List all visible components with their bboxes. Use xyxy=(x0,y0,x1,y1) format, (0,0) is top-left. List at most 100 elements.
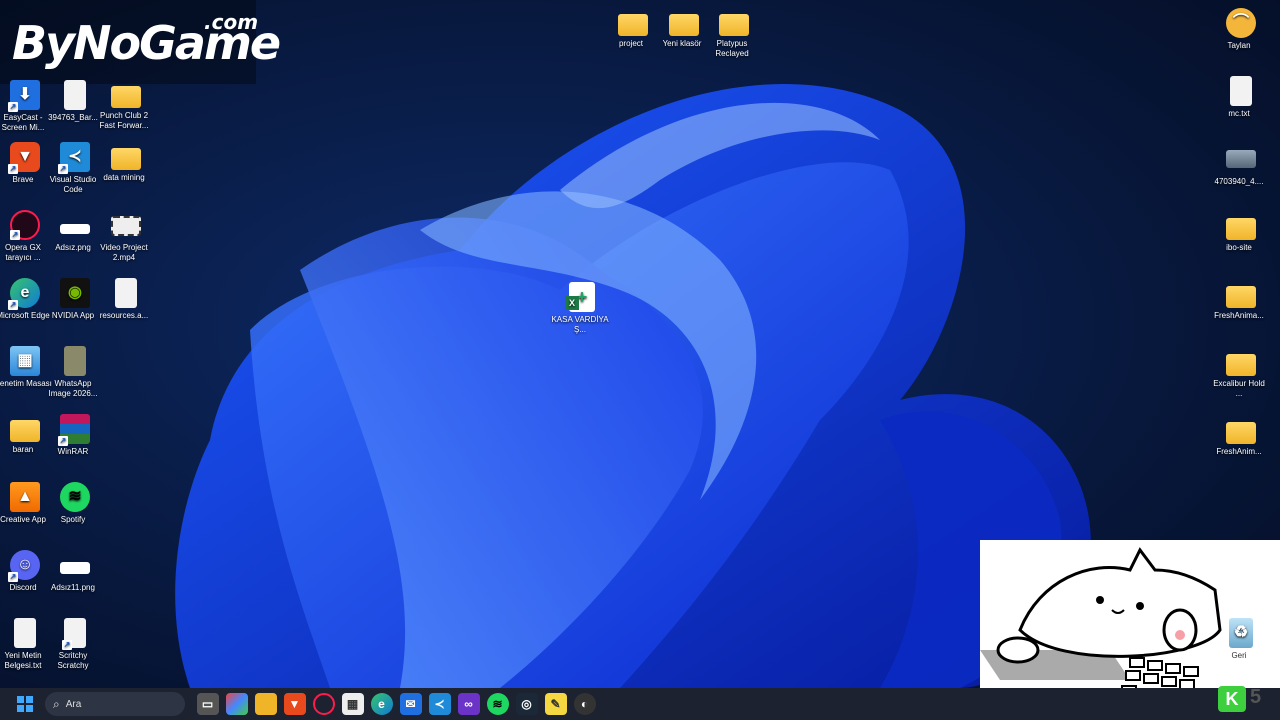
folder-icon xyxy=(1226,422,1256,444)
desktop-icon-platypus[interactable]: Platypus Reclayed xyxy=(709,8,759,59)
ms-store-icon[interactable]: ▦ xyxy=(341,693,364,715)
file-explorer-icon[interactable] xyxy=(254,693,277,715)
text-file-icon xyxy=(1230,76,1252,106)
spotify-icon: ≋ xyxy=(60,482,90,512)
desktop-icon-easycast[interactable]: ⬇ EasyCast - Screen Mi... xyxy=(0,80,50,133)
desktop-icon-yeni-klasor[interactable]: Yeni klasör xyxy=(659,8,709,49)
discord-icon: ☺ xyxy=(8,550,40,582)
taskbar-search-box[interactable]: ⌕ Ara xyxy=(45,692,185,716)
desktop-icon-recycle-bin[interactable]: ♻ Geri xyxy=(1216,618,1266,661)
desktop-icon-nvidia[interactable]: ◉ NVIDIA App xyxy=(50,278,100,321)
image-file-icon xyxy=(60,562,90,574)
edge-taskbar-icon[interactable]: e xyxy=(370,693,393,715)
notepad-icon[interactable]: ✎ xyxy=(544,693,567,715)
desktop-icon-punch-club[interactable]: Punch Club 2 Fast Forwar... xyxy=(100,80,151,131)
icon-label: KASA VARDİYA Ş... xyxy=(551,315,609,334)
icon-label: data mining xyxy=(103,173,145,182)
icon-label: Scritchy Scratchy xyxy=(57,651,89,670)
icon-label: Geri xyxy=(1231,651,1247,660)
desktop-icon-adsiz11[interactable]: Adsız11.png xyxy=(50,550,100,593)
desktop-icon-scritchy[interactable]: Scritchy Scratchy xyxy=(50,618,100,671)
image-thumbnail-icon xyxy=(64,346,86,376)
folder-icon xyxy=(1226,354,1256,376)
excel-file-icon: X + xyxy=(565,282,595,312)
folder-icon xyxy=(1226,286,1256,308)
icon-label: Visual Studio Code xyxy=(49,175,97,194)
bynogame-logo: ByNoGame .com xyxy=(0,0,281,84)
desktop-icon-mc-txt[interactable]: mc.txt xyxy=(1216,76,1266,119)
video-file-icon xyxy=(111,216,141,236)
desktop-icon-opera-gx[interactable]: Opera GX tarayıcı ... xyxy=(0,210,50,263)
spotify-taskbar-icon[interactable]: ≋ xyxy=(486,693,509,715)
desktop-icon-yeni-metin[interactable]: Yeni Metin Belgesi.txt xyxy=(0,618,50,671)
visual-studio-icon[interactable]: ∞ xyxy=(457,693,480,715)
desktop-icon-data-mining[interactable]: data mining xyxy=(101,142,151,183)
desktop-icon-edge[interactable]: e Microsoft Edge xyxy=(0,278,50,321)
nvidia-icon: ◉ xyxy=(60,278,90,308)
icon-label: resources.a... xyxy=(99,311,149,320)
desktop-icon-baran[interactable]: baran xyxy=(0,414,50,455)
text-file-icon xyxy=(14,618,36,648)
desktop-icon-394763[interactable]: 394763_Bar... xyxy=(48,80,100,123)
desktop-icon-creative-app[interactable]: ▲ Creative App xyxy=(0,482,50,525)
desktop-icon-taylan[interactable]: ⌒ Taylan xyxy=(1216,8,1266,51)
task-view-icon[interactable]: ▭ xyxy=(196,693,219,715)
icon-label: Adsız11.png xyxy=(51,583,95,592)
desktop-icon-adsiz-png[interactable]: Adsız.png xyxy=(50,210,100,253)
recycle-bin-icon: ♻ xyxy=(1229,618,1253,648)
folder-icon xyxy=(719,14,749,36)
icon-label: FreshAnima... xyxy=(1214,311,1264,320)
desktop-icon-video-project[interactable]: Video Project 2.mp4 xyxy=(100,210,151,263)
icon-label: Adsız.png xyxy=(55,243,91,252)
desktop-icon-spotify[interactable]: ≋ Spotify xyxy=(50,482,100,525)
counter-badge: K xyxy=(1218,686,1246,712)
control-panel-icon: ▦ xyxy=(10,346,40,376)
file-icon xyxy=(62,618,86,650)
desktop-icon-project[interactable]: project xyxy=(608,8,658,49)
desktop-icon-freshanim-2[interactable]: FreshAnim... xyxy=(1216,416,1266,457)
folder-icon xyxy=(111,148,141,170)
icon-label: project xyxy=(618,39,643,48)
desktop-icon-4703940[interactable]: 4703940_4.... xyxy=(1215,144,1266,187)
icon-label: Spotify xyxy=(60,515,86,524)
widgets-icon[interactable] xyxy=(225,693,248,715)
desktop-icon-brave[interactable]: ▼ Brave xyxy=(0,142,50,185)
icon-label: Platypus Reclayed xyxy=(715,39,749,58)
desktop-icon-kasa-vardiya[interactable]: X + KASA VARDİYA Ş... xyxy=(551,282,609,335)
folder-icon xyxy=(669,14,699,36)
icon-label: NVIDIA App xyxy=(51,311,95,320)
steam-icon[interactable]: ◎ xyxy=(515,693,538,715)
desktop-icon-freshanima-1[interactable]: FreshAnima... xyxy=(1214,280,1266,321)
start-button[interactable] xyxy=(14,693,36,715)
search-placeholder: Ara xyxy=(65,698,82,710)
desktop-icon-vscode[interactable]: ≺ Visual Studio Code xyxy=(50,142,100,195)
desktop-icon-winrar[interactable]: WinRAR xyxy=(50,414,100,457)
image-file-icon xyxy=(60,224,90,234)
vscode-taskbar-icon[interactable]: ≺ xyxy=(428,693,451,715)
logo-com-text: .com xyxy=(204,10,259,34)
folder-icon xyxy=(1226,218,1256,240)
desktop-icon-excalibur[interactable]: Excalibur Hold ... xyxy=(1213,348,1266,399)
outlook-icon[interactable]: ✉ xyxy=(399,693,422,715)
winrar-icon xyxy=(58,414,90,446)
search-icon: ⌕ xyxy=(53,696,60,711)
icon-label: Video Project 2.mp4 xyxy=(100,243,148,262)
vscode-icon: ≺ xyxy=(58,142,90,174)
obs-icon[interactable]: ◐ xyxy=(573,693,596,715)
icon-label: WhatsApp Image 2026... xyxy=(48,379,98,398)
icon-label: Excalibur Hold ... xyxy=(1213,379,1265,398)
counter-value: 5 xyxy=(1250,686,1262,708)
icon-label: 4703940_4.... xyxy=(1214,177,1264,186)
windows-logo-icon xyxy=(16,696,33,712)
folder-icon xyxy=(10,420,40,442)
desktop-icon-resources[interactable]: resources.a... xyxy=(100,278,151,321)
desktop-icon-ibo-site[interactable]: ibo-site xyxy=(1216,212,1266,253)
icon-label: FreshAnim... xyxy=(1216,447,1262,456)
desktop-icon-discord[interactable]: ☺ Discord xyxy=(0,550,50,593)
desktop-icon-denetim-masasi[interactable]: ▦ Denetim Masası xyxy=(0,346,52,389)
folder-icon xyxy=(618,14,648,36)
desktop-icon-whatsapp-image[interactable]: WhatsApp Image 2026... xyxy=(49,346,100,399)
opera-gx-taskbar-icon[interactable] xyxy=(312,693,335,715)
brave-taskbar-icon[interactable]: ▼ xyxy=(283,693,306,715)
user-folder-icon: ⌒ xyxy=(1226,8,1256,38)
